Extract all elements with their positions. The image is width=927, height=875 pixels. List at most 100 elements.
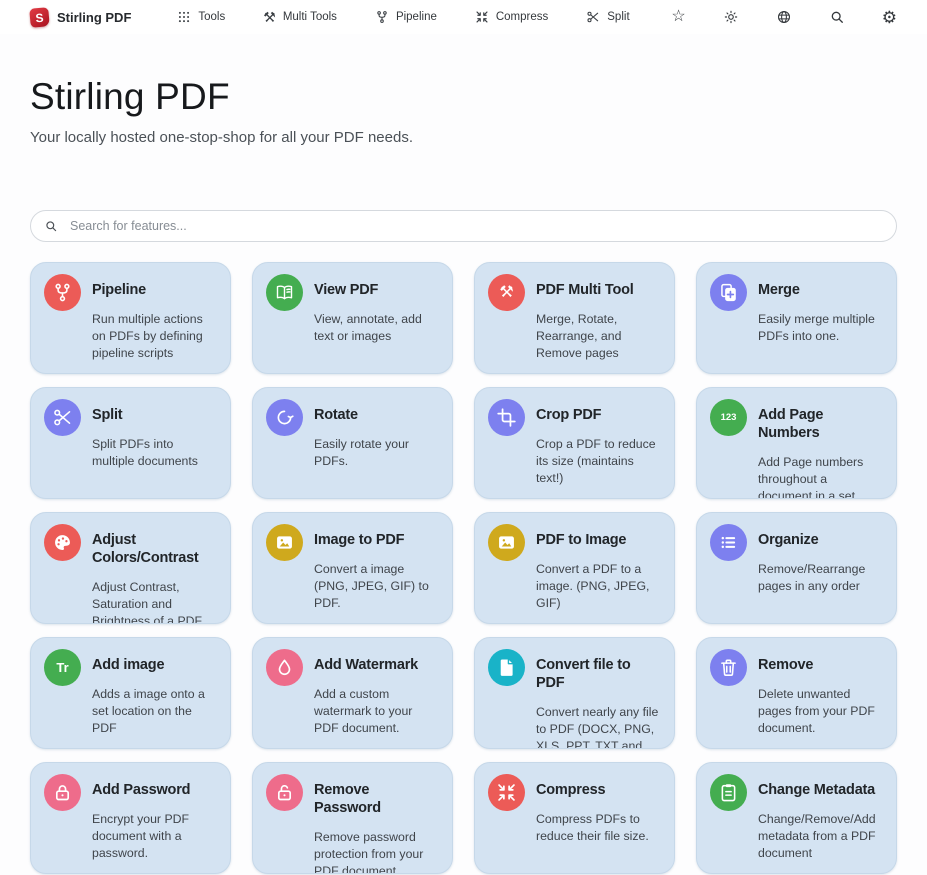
pipeline-icon: [44, 274, 81, 311]
tool-card-title: Merge: [758, 274, 883, 299]
tool-card[interactable]: Rotate Easily rotate your PDFs.: [252, 387, 453, 499]
tool-card[interactable]: PDF to Image Convert a PDF to a image. (…: [474, 512, 675, 624]
organize-list-icon: [710, 524, 747, 561]
tool-card[interactable]: Change Metadata Change/Remove/Add metada…: [696, 762, 897, 874]
tool-card-title: Add Password: [92, 774, 217, 799]
tool-card-description: Run multiple actions on PDFs by defining…: [92, 311, 217, 361]
trash-icon: [710, 649, 747, 686]
unlock-icon: [266, 774, 303, 811]
search-input[interactable]: [68, 218, 883, 234]
scissors-icon: [44, 399, 81, 436]
tool-card-description: Easily merge multiple PDFs into one.: [758, 311, 883, 344]
tool-card[interactable]: ⚒ PDF Multi Tool Merge, Rotate, Rearrang…: [474, 262, 675, 374]
tool-card[interactable]: Merge Easily merge multiple PDFs into on…: [696, 262, 897, 374]
tool-card-description: Add Page numbers throughout a document i…: [758, 454, 883, 499]
tool-card[interactable]: Pipeline Run multiple actions on PDFs by…: [30, 262, 231, 374]
merge-icon: [710, 274, 747, 311]
book-icon: [266, 274, 303, 311]
tool-card-title: Change Metadata: [758, 774, 883, 799]
tool-card[interactable]: Add Watermark Add a custom watermark to …: [252, 637, 453, 749]
palette-icon: [44, 524, 81, 561]
tool-card[interactable]: Organize Remove/Rearrange pages in any o…: [696, 512, 897, 624]
tr-text-icon: Tr: [44, 649, 81, 686]
tool-card-description: Adjust Contrast, Saturation and Brightne…: [92, 579, 217, 624]
tool-card-title: PDF Multi Tool: [536, 274, 661, 299]
tool-card-description: Convert a PDF to a image. (PNG, JPEG, GI…: [536, 561, 661, 611]
stirling-logo-icon: S: [29, 7, 50, 28]
tool-card-description: Convert a image (PNG, JPEG, GIF) to PDF.: [314, 561, 439, 611]
gear-icon[interactable]: ⚙: [882, 9, 897, 26]
tool-card-title: Adjust Colors/Contrast: [92, 524, 217, 567]
tools-grid: Pipeline Run multiple actions on PDFs by…: [30, 262, 897, 874]
tool-card-description: Add a custom watermark to your PDF docum…: [314, 686, 439, 736]
tool-card-description: Adds a image onto a set location on the …: [92, 686, 217, 736]
tool-card-description: Remove/Rearrange pages in any order: [758, 561, 883, 594]
file-icon: [488, 649, 525, 686]
tool-card-description: Merge, Rotate, Rearrange, and Remove pag…: [536, 311, 661, 361]
search-icon[interactable]: [829, 9, 845, 25]
rotate-icon: [266, 399, 303, 436]
nav-item-label: Compress: [496, 11, 548, 23]
tool-card[interactable]: Tr Add image Adds a image onto a set loc…: [30, 637, 231, 749]
tool-card-title: Crop PDF: [536, 399, 661, 424]
tool-card-title: PDF to Image: [536, 524, 661, 549]
tool-card-title: View PDF: [314, 274, 439, 299]
hero: Stirling PDF Your locally hosted one-sto…: [0, 34, 927, 146]
tool-card-description: Remove password protection from your PDF…: [314, 829, 439, 874]
tool-card-title: Remove: [758, 649, 883, 674]
tool-card-description: Split PDFs into multiple documents: [92, 436, 217, 469]
nav-item-label: Pipeline: [396, 11, 437, 23]
nav-item-pipeline[interactable]: Pipeline: [375, 10, 437, 24]
tool-card-description: Convert nearly any file to PDF (DOCX, PN…: [536, 704, 661, 749]
tool-card[interactable]: Adjust Colors/Contrast Adjust Contrast, …: [30, 512, 231, 624]
nav-item-multi-tools[interactable]: ⚒ Multi Tools: [263, 10, 337, 24]
image-icon: [266, 524, 303, 561]
tool-card[interactable]: 123 Add Page Numbers Add Page numbers th…: [696, 387, 897, 499]
lock-icon: [44, 774, 81, 811]
tool-card-title: Rotate: [314, 399, 439, 424]
crop-icon: [488, 399, 525, 436]
tool-card-title: Convert file to PDF: [536, 649, 661, 692]
numbers-123-icon: 123: [710, 399, 747, 436]
tool-card-description: Crop a PDF to reduce its size (maintains…: [536, 436, 661, 486]
sun-icon[interactable]: [723, 9, 739, 25]
tool-card-title: Image to PDF: [314, 524, 439, 549]
tool-card[interactable]: Crop PDF Crop a PDF to reduce its size (…: [474, 387, 675, 499]
clipboard-icon: [710, 774, 747, 811]
tool-card[interactable]: Compress Compress PDFs to reduce their f…: [474, 762, 675, 874]
star-icon[interactable]: ☆: [671, 9, 685, 25]
nav-item-tools[interactable]: Tools: [177, 10, 225, 24]
tool-card-title: Pipeline: [92, 274, 217, 299]
tool-card-description: Delete unwanted pages from your PDF docu…: [758, 686, 883, 736]
tool-card[interactable]: Remove Password Remove password protecti…: [252, 762, 453, 874]
nav-item-split[interactable]: Split: [586, 10, 629, 24]
tool-card-title: Add Watermark: [314, 649, 439, 674]
tool-card-title: Compress: [536, 774, 661, 799]
multi-tools-icon: ⚒: [488, 274, 525, 311]
grid-dots-icon: [177, 10, 191, 24]
tool-card[interactable]: Split Split PDFs into multiple documents: [30, 387, 231, 499]
tool-card[interactable]: View PDF View, annotate, add text or ima…: [252, 262, 453, 374]
tool-card-description: Easily rotate your PDFs.: [314, 436, 439, 469]
tool-card-title: Organize: [758, 524, 883, 549]
feature-search[interactable]: [30, 210, 897, 242]
tool-card-title: Split: [92, 399, 217, 424]
page-title: Stirling PDF: [30, 76, 897, 118]
nav-item-compress[interactable]: Compress: [475, 10, 548, 24]
brand[interactable]: S Stirling PDF: [30, 8, 131, 27]
tool-card-title: Remove Password: [314, 774, 439, 817]
tool-card-description: Encrypt your PDF document with a passwor…: [92, 811, 217, 861]
pipeline-icon: [375, 10, 389, 24]
tool-card-title: Add image: [92, 649, 217, 674]
tool-card-description: Change/Remove/Add metadata from a PDF do…: [758, 811, 883, 861]
tool-card[interactable]: Image to PDF Convert a image (PNG, JPEG,…: [252, 512, 453, 624]
page-subtitle: Your locally hosted one-stop-shop for al…: [30, 129, 897, 146]
scissors-icon: [586, 10, 600, 24]
compress-icon: [488, 774, 525, 811]
globe-icon[interactable]: [776, 9, 792, 25]
tool-card[interactable]: Remove Delete unwanted pages from your P…: [696, 637, 897, 749]
nav-item-label: Split: [607, 11, 629, 23]
tool-card[interactable]: Add Password Encrypt your PDF document w…: [30, 762, 231, 874]
tool-card[interactable]: Convert file to PDF Convert nearly any f…: [474, 637, 675, 749]
nav-menu: Tools ⚒ Multi Tools Pipeline Compress Sp…: [177, 10, 629, 24]
